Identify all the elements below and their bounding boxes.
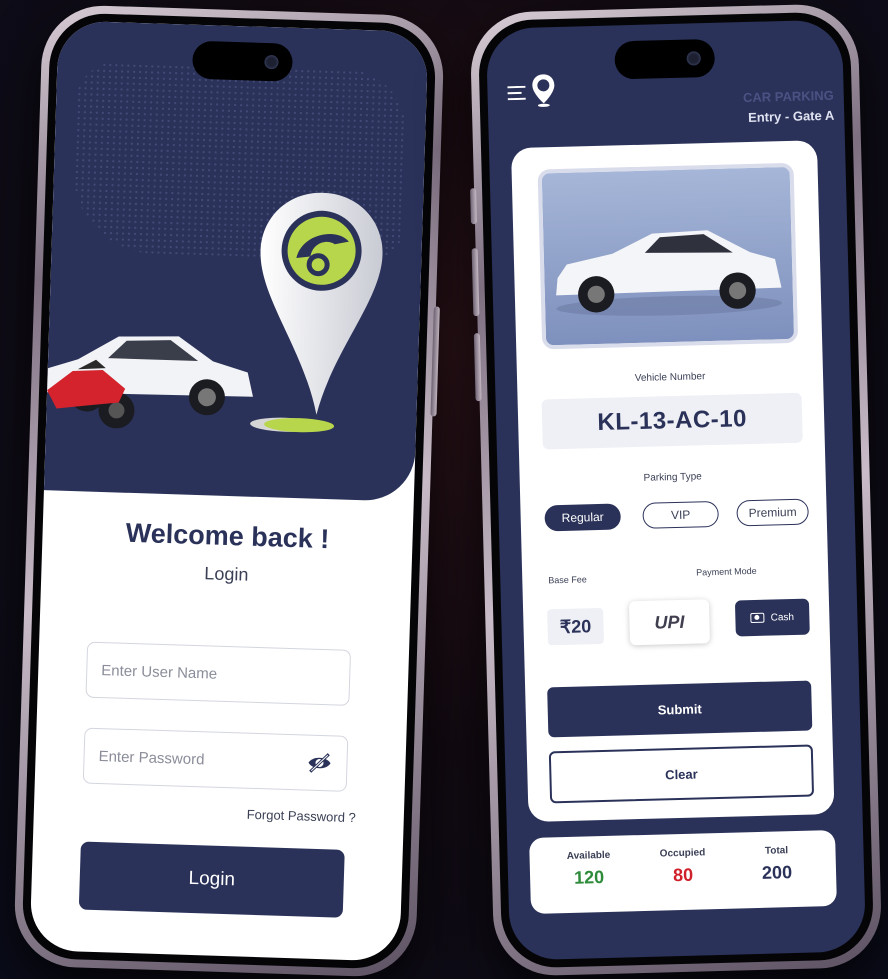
username-field[interactable] — [85, 641, 352, 706]
entry-phone: CAR PARKING Entry - Gate A Vehicle Numbe… — [469, 3, 883, 977]
power-button — [430, 306, 440, 417]
entry-screen: CAR PARKING Entry - Gate A Vehicle Numbe… — [485, 19, 867, 961]
parking-stats: Available 120 Occupied 80 Total 200 — [529, 829, 837, 914]
welcome-heading: Welcome back ! — [125, 517, 330, 555]
upi-payment-button[interactable]: UPI — [628, 599, 711, 646]
red-motorbike-image — [47, 359, 135, 429]
total-value: 200 — [761, 862, 793, 883]
occupied-label: Occupied — [659, 847, 706, 860]
entry-card: Vehicle Number KL-13-AC-10 Parking Type … — [510, 140, 835, 822]
eye-slash-icon[interactable] — [306, 752, 333, 775]
base-fee-label: Base Fee — [548, 574, 587, 586]
app-header: CAR PARKING Entry - Gate A — [743, 86, 835, 128]
payment-mode-label: Payment Mode — [696, 565, 757, 578]
vehicle-number-label: Vehicle Number — [634, 371, 706, 385]
dynamic-island — [614, 38, 716, 80]
gate-label: Entry - Gate A — [747, 107, 835, 125]
stat-available: Available 120 — [543, 849, 634, 889]
stat-total: Total 200 — [731, 844, 822, 884]
menu-icon[interactable] — [507, 85, 527, 101]
username-input[interactable] — [101, 661, 336, 686]
cash-icon — [750, 612, 765, 624]
login-button[interactable]: Login — [78, 841, 345, 918]
available-value: 120 — [573, 867, 605, 888]
volume-up-button — [471, 248, 480, 317]
clear-button[interactable]: Clear — [548, 744, 815, 804]
vehicle-number-value[interactable]: KL-13-AC-10 — [541, 392, 803, 450]
vehicle-photo — [537, 162, 799, 350]
white-sedan-image — [556, 230, 782, 316]
occupied-value: 80 — [672, 864, 694, 886]
forgot-password-link[interactable]: Forgot Password ? — [247, 807, 357, 825]
login-screen: Welcome back ! Login Forgot Password ? L… — [29, 20, 429, 962]
silent-switch — [470, 188, 477, 225]
parking-type-label: Parking Type — [643, 471, 702, 484]
stat-occupied: Occupied 80 — [637, 847, 728, 887]
password-input[interactable] — [98, 747, 307, 772]
parking-type-regular[interactable]: Regular — [544, 503, 622, 532]
dynamic-island — [191, 40, 294, 82]
parking-type-vip[interactable]: VIP — [642, 500, 719, 529]
location-pin-icon — [532, 74, 555, 107]
total-label: Total — [764, 845, 789, 857]
location-pin-icon — [260, 192, 383, 415]
base-fee-value: ₹20 — [547, 607, 605, 646]
app-title: CAR PARKING — [742, 87, 834, 106]
submit-button[interactable]: Submit — [547, 680, 813, 738]
volume-down-button — [473, 333, 482, 402]
cash-payment-button[interactable]: Cash — [734, 598, 810, 637]
parking-type-premium[interactable]: Premium — [736, 498, 809, 527]
login-subtitle: Login — [204, 563, 249, 585]
password-field[interactable] — [82, 727, 349, 792]
cash-label: Cash — [770, 611, 795, 624]
hero-banner — [43, 20, 429, 502]
pin-base — [263, 417, 335, 434]
login-phone: Welcome back ! Login Forgot Password ? L… — [12, 3, 446, 979]
available-label: Available — [566, 849, 611, 862]
